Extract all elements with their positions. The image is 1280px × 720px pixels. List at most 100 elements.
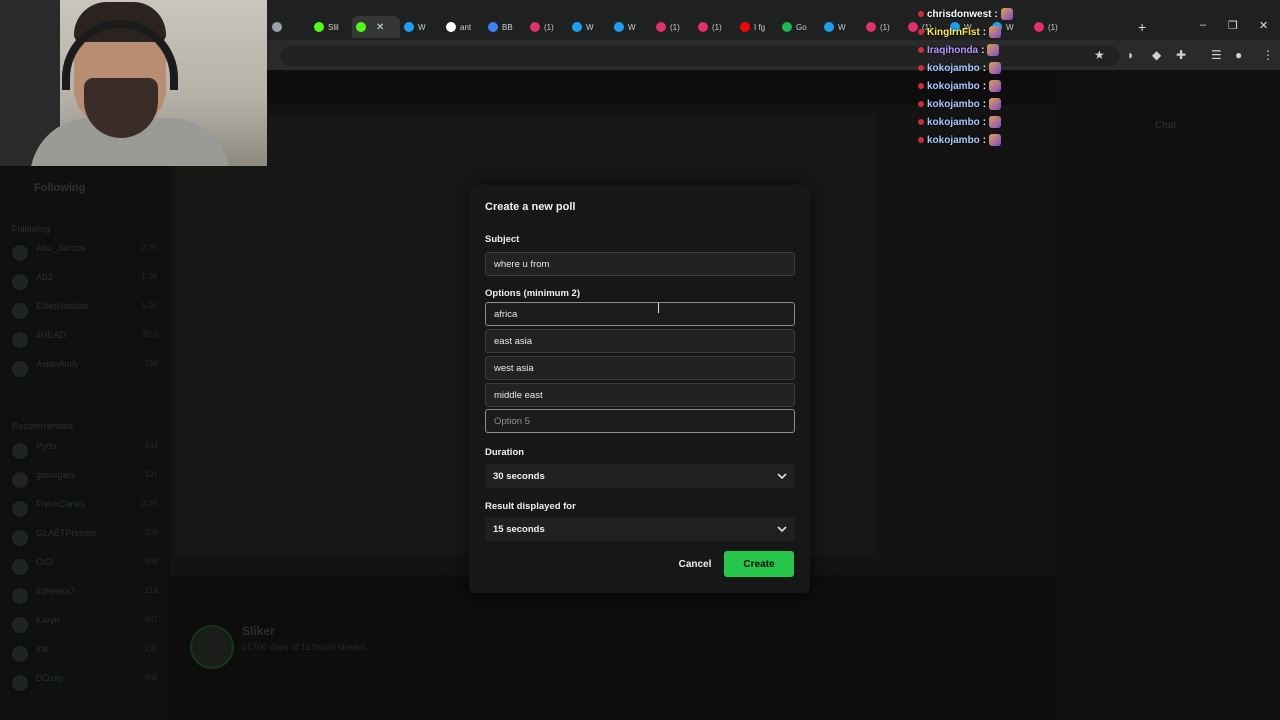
cancel-button[interactable]: Cancel — [672, 551, 718, 577]
option-1-input[interactable] — [485, 302, 795, 326]
tab-label: BB — [502, 22, 513, 32]
channel-name: ElbetHaddad — [36, 301, 89, 311]
chat-username: chrisdonwest — [927, 8, 992, 20]
browser-tab[interactable]: (1) — [862, 16, 904, 38]
sidebar-channel-item[interactable]: Intheeks7 213 — [12, 586, 162, 604]
chat-separator: : — [981, 44, 985, 56]
browser-tab[interactable]: Slil — [310, 16, 352, 38]
options-label: Options (minimum 2) — [485, 288, 580, 299]
sidebar-channel-item[interactable]: AB2 1.5K — [12, 272, 162, 290]
browser-menu-icon[interactable]: ⋮ — [1262, 48, 1274, 62]
browser-tab[interactable]: (1) — [526, 16, 568, 38]
channel-avatar — [12, 588, 28, 604]
result-duration-label: Result displayed for — [485, 501, 576, 512]
browser-tab[interactable]: W — [400, 16, 442, 38]
option-2-input[interactable] — [485, 329, 795, 353]
subject-input[interactable] — [485, 252, 795, 276]
channel-name: Inti — [36, 644, 49, 654]
sidebar-channel-item[interactable]: GLAETPremier 209 — [12, 528, 162, 546]
new-tab-button[interactable]: + — [1138, 19, 1146, 35]
chat-username: kokojambo — [927, 116, 980, 128]
bookmark-star-icon[interactable]: ★ — [1094, 48, 1105, 62]
browser-tab[interactable]: Go — [778, 16, 820, 38]
sidebar-channel-item[interactable]: ElbetHaddad 1.2K — [12, 301, 162, 319]
result-duration-select[interactable]: 15 seconds — [485, 517, 795, 541]
duration-select[interactable]: 30 seconds — [485, 464, 795, 488]
tab-favicon-icon — [488, 22, 498, 32]
chat-emote-icon — [1000, 8, 1013, 20]
extension-shield-icon[interactable]: ◆ — [1152, 48, 1161, 62]
option-4-input[interactable] — [485, 383, 795, 407]
close-tab-icon[interactable]: ✕ — [376, 22, 384, 33]
sidebar-channel-item[interactable]: 4HEAD 95.5 — [12, 330, 162, 348]
sidebar-channel-item[interactable]: Inti 195 — [12, 644, 162, 662]
profile-avatar-icon[interactable]: ● — [1235, 48, 1242, 62]
browser-tab[interactable]: W — [610, 16, 652, 38]
channel-name: 4HEAD — [36, 330, 67, 340]
viewer-count: 2.7K — [141, 243, 158, 252]
chat-message: Iraqihonda: — [918, 42, 1000, 58]
sidebar-channel-item[interactable]: Karyn 987 — [12, 615, 162, 633]
sidebar-channel-item[interactable]: Pyttu 344 — [12, 441, 162, 459]
minimize-button[interactable]: – — [1200, 19, 1206, 31]
chat-username: kokojambo — [927, 98, 980, 110]
tab-label: (1) — [670, 22, 680, 32]
browser-tab[interactable]: ant — [442, 16, 484, 38]
channel-name: OiGl — [36, 557, 54, 567]
channel-avatar — [12, 274, 28, 290]
text-cursor — [658, 303, 660, 313]
channel-name: GLAETPremier — [36, 528, 98, 538]
tab-favicon-icon — [614, 22, 624, 32]
browser-tab[interactable]: W — [568, 16, 610, 38]
sidebar-channel-item[interactable]: FreshCanes 2.2K — [12, 499, 162, 517]
tab-label: W — [1006, 22, 1014, 32]
viewer-count: 768 — [144, 359, 158, 368]
browser-tab[interactable]: (1) — [652, 16, 694, 38]
create-button[interactable]: Create — [724, 551, 794, 577]
option-5-input[interactable] — [485, 409, 795, 433]
chat-badge-icon — [918, 65, 924, 71]
channel-name: giovagars — [36, 470, 76, 480]
tab-label: W — [838, 22, 846, 32]
sidebar-channel-item[interactable]: AsianAndy 768 — [12, 359, 162, 377]
chat-message: kokojambo: — [918, 114, 1002, 130]
browser-tab[interactable]: (1) — [694, 16, 736, 38]
chat-emote-icon — [989, 62, 1002, 74]
viewer-count: 344 — [144, 441, 158, 450]
channel-name: Karyn — [36, 615, 60, 625]
reading-list-icon[interactable]: ☰ — [1211, 48, 1222, 62]
extension-audio-icon[interactable]: ◗ — [1127, 48, 1134, 62]
sidebar-channel-item[interactable]: DOzay 865 — [12, 673, 162, 691]
option-3-input[interactable] — [485, 356, 795, 380]
chat-separator: : — [982, 134, 987, 146]
chat-badge-icon — [918, 47, 924, 53]
sidebar-channel-item[interactable]: Abu_Jacobs 2.7K — [12, 243, 162, 261]
streamer-name[interactable]: Sliker — [242, 624, 275, 638]
channel-avatar — [12, 646, 28, 662]
browser-tab[interactable]: ✕ — [352, 16, 400, 38]
chat-separator: : — [994, 8, 998, 20]
restore-button[interactable]: ❐ — [1228, 19, 1238, 32]
browser-tab[interactable]: BB — [484, 16, 526, 38]
channel-avatar — [12, 472, 28, 488]
extensions-puzzle-icon[interactable]: ✚ — [1176, 48, 1186, 62]
webcam-overlay — [0, 0, 267, 166]
tab-label: (1) — [712, 22, 722, 32]
tab-favicon-icon — [698, 22, 708, 32]
tab-favicon-icon — [740, 22, 750, 32]
tab-label: I fg — [754, 22, 766, 32]
channel-name: AB2 — [36, 272, 54, 282]
sidebar-channel-item[interactable]: OiGl 508 — [12, 557, 162, 575]
sidebar-channel-item[interactable]: giovagars 421 — [12, 470, 162, 488]
channel-avatar — [12, 501, 28, 517]
browser-tab[interactable]: I fg — [736, 16, 778, 38]
channel-avatar — [12, 245, 28, 261]
browser-tab[interactable] — [268, 16, 310, 38]
chat-badge-icon — [918, 137, 924, 143]
result-duration-value: 15 seconds — [493, 523, 545, 535]
browser-tab[interactable]: W — [820, 16, 862, 38]
browser-tab[interactable]: (1) — [1030, 16, 1072, 38]
window-close-button[interactable]: ✕ — [1259, 19, 1268, 32]
streamer-avatar[interactable] — [190, 625, 234, 669]
channel-avatar — [12, 530, 28, 546]
